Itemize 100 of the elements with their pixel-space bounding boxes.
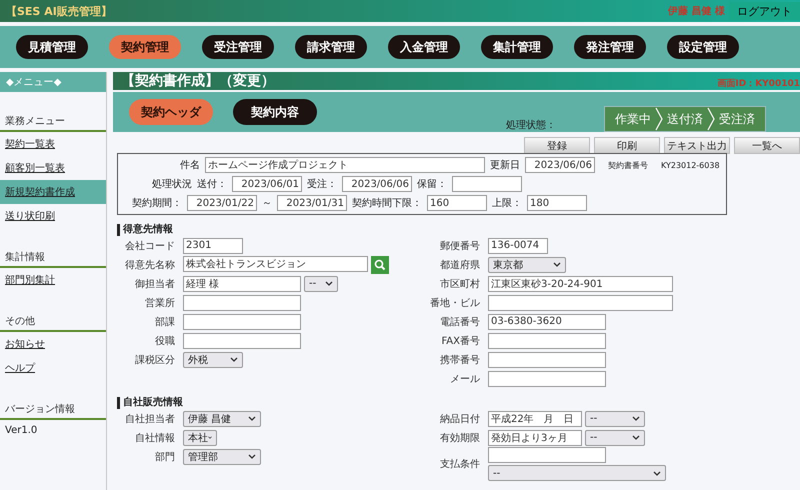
field-label: 都道府県: [439, 258, 480, 272]
field-label: 自社担当者: [124, 412, 175, 426]
dropdown[interactable]: 外税: [183, 352, 243, 368]
chevron-down-icon: [632, 435, 640, 440]
nav-button[interactable]: 設定管理: [667, 35, 739, 59]
field-label: 受注：: [307, 178, 337, 191]
chevron-down-icon: [632, 416, 640, 421]
chevron-down-icon: [325, 281, 333, 286]
dropdown[interactable]: 東京都: [488, 256, 566, 272]
text-field[interactable]: 2023/06/01: [232, 176, 302, 192]
field-label: 件名: [180, 159, 200, 172]
field-label: 自社情報: [134, 432, 175, 444]
nav-button[interactable]: 集計管理: [481, 35, 553, 59]
nav-button[interactable]: 見積管理: [16, 35, 88, 59]
status-step: 受注済: [715, 110, 759, 128]
sidebar-link[interactable]: 新規契約書作成: [0, 180, 106, 204]
text-field[interactable]: 160: [427, 195, 487, 211]
text-field[interactable]: 2023/01/22: [187, 195, 257, 211]
user-name: 伊藤 昌健 様: [668, 4, 725, 18]
field-label: メール: [449, 372, 480, 386]
field-label: 有効期限: [439, 432, 480, 444]
text-field[interactable]: [183, 294, 301, 310]
status-step: 作業中: [611, 110, 655, 128]
text-field[interactable]: 03-6380-3620: [488, 314, 606, 330]
text-field[interactable]: [488, 294, 673, 310]
sidebar-link[interactable]: 顧客別一覧表: [0, 156, 106, 180]
screen-id: 画面ID：KY00101: [717, 78, 800, 90]
field-label: 上限：: [492, 196, 522, 210]
chevron-down-icon: [248, 454, 256, 459]
search-button[interactable]: [371, 256, 389, 274]
field-label: 処理状況: [152, 178, 192, 191]
text-field[interactable]: [488, 447, 606, 463]
dropdown[interactable]: --: [304, 276, 338, 292]
text-field[interactable]: 株式会社トランスビジョン: [183, 256, 368, 272]
text-field[interactable]: 180: [527, 195, 587, 211]
field-label: 会社コード: [124, 240, 175, 252]
version-text: Ver1.0: [4, 424, 38, 438]
action-button[interactable]: 印刷: [594, 137, 660, 154]
text-field[interactable]: [183, 332, 301, 348]
sidebar-link[interactable]: 契約一覧表: [0, 132, 106, 156]
sidebar-link[interactable]: ヘルプ: [0, 356, 106, 380]
chevron-down-icon: [230, 357, 238, 362]
field-label: 郵便番号: [439, 240, 480, 252]
field-label: 携帯番号: [439, 354, 480, 366]
dropdown[interactable]: 本社: [183, 430, 217, 446]
nav-button[interactable]: 請求管理: [295, 35, 367, 59]
nav-button[interactable]: 受注管理: [202, 35, 274, 59]
dropdown[interactable]: 管理部: [183, 448, 261, 464]
action-button[interactable]: 一覧へ: [734, 137, 800, 154]
nav-button[interactable]: 発注管理: [574, 35, 646, 59]
chevron-down-icon: [248, 416, 256, 421]
nav-button[interactable]: 入金管理: [388, 35, 460, 59]
dropdown[interactable]: --: [585, 410, 645, 426]
text-field[interactable]: 江東区東砂3-20-24-901: [488, 276, 673, 292]
field-label: 送付：: [197, 178, 227, 191]
text-field[interactable]: [452, 176, 522, 192]
text-field[interactable]: ホームページ作成プロジェクト: [205, 157, 485, 173]
text-field[interactable]: 2023/01/31: [277, 195, 347, 211]
field-label: 部門: [154, 450, 175, 464]
text-field[interactable]: [183, 314, 301, 330]
field-label: 役職: [154, 334, 175, 348]
text-field[interactable]: 発効日より3ヶ月: [488, 430, 582, 446]
text-field[interactable]: [488, 332, 606, 348]
sidebar-section-title: その他: [0, 312, 106, 332]
text-field[interactable]: 2301: [183, 238, 243, 254]
text-field[interactable]: 平成22年 月 日: [488, 410, 582, 426]
sidebar-section-title: 業務メニュー: [0, 112, 106, 132]
field-label: 部課: [154, 316, 175, 328]
field-label: 課税区分: [134, 354, 175, 366]
contract-number-text: 契約書番号: [608, 160, 648, 170]
nav-button[interactable]: 契約管理: [109, 35, 181, 59]
sidebar-section-title: 集計情報: [0, 248, 106, 268]
text-field[interactable]: 経理 様: [183, 276, 301, 292]
dropdown[interactable]: --: [488, 465, 666, 481]
field-label: 契約期間：: [132, 196, 182, 210]
tab[interactable]: 契約内容: [233, 99, 317, 125]
field-label: 納品日付: [439, 412, 480, 426]
chevron-down-icon: [653, 470, 661, 476]
text-field[interactable]: [488, 352, 606, 368]
field-label: 営業所: [144, 296, 175, 310]
action-button[interactable]: テキスト出力: [664, 137, 730, 154]
field-label: 契約時間下限：: [352, 196, 422, 210]
text-field[interactable]: [488, 370, 606, 386]
sidebar-header: ◆メニュー◆: [0, 72, 106, 92]
logout-button[interactable]: ログアウト: [729, 2, 800, 20]
sidebar-link[interactable]: お知らせ: [0, 332, 106, 356]
sidebar-link[interactable]: 送り状印刷: [0, 204, 106, 228]
field-label: 得意先名称: [124, 258, 175, 272]
tab[interactable]: 契約ヘッダ: [129, 99, 213, 125]
sidebar-link[interactable]: 部門別集計: [0, 268, 106, 292]
chevron-right-icon: [707, 107, 715, 131]
field-label: ～: [262, 197, 272, 210]
text-field[interactable]: 2023/06/06: [525, 157, 595, 173]
text-field[interactable]: 2023/06/06: [342, 176, 412, 192]
action-button[interactable]: 登録: [524, 137, 590, 154]
text-field[interactable]: 136-0074: [488, 238, 548, 254]
field-label: 支払条件: [439, 458, 480, 471]
chevron-right-icon: [655, 107, 663, 131]
dropdown[interactable]: 伊藤 昌健: [183, 410, 261, 426]
dropdown[interactable]: --: [585, 430, 645, 446]
